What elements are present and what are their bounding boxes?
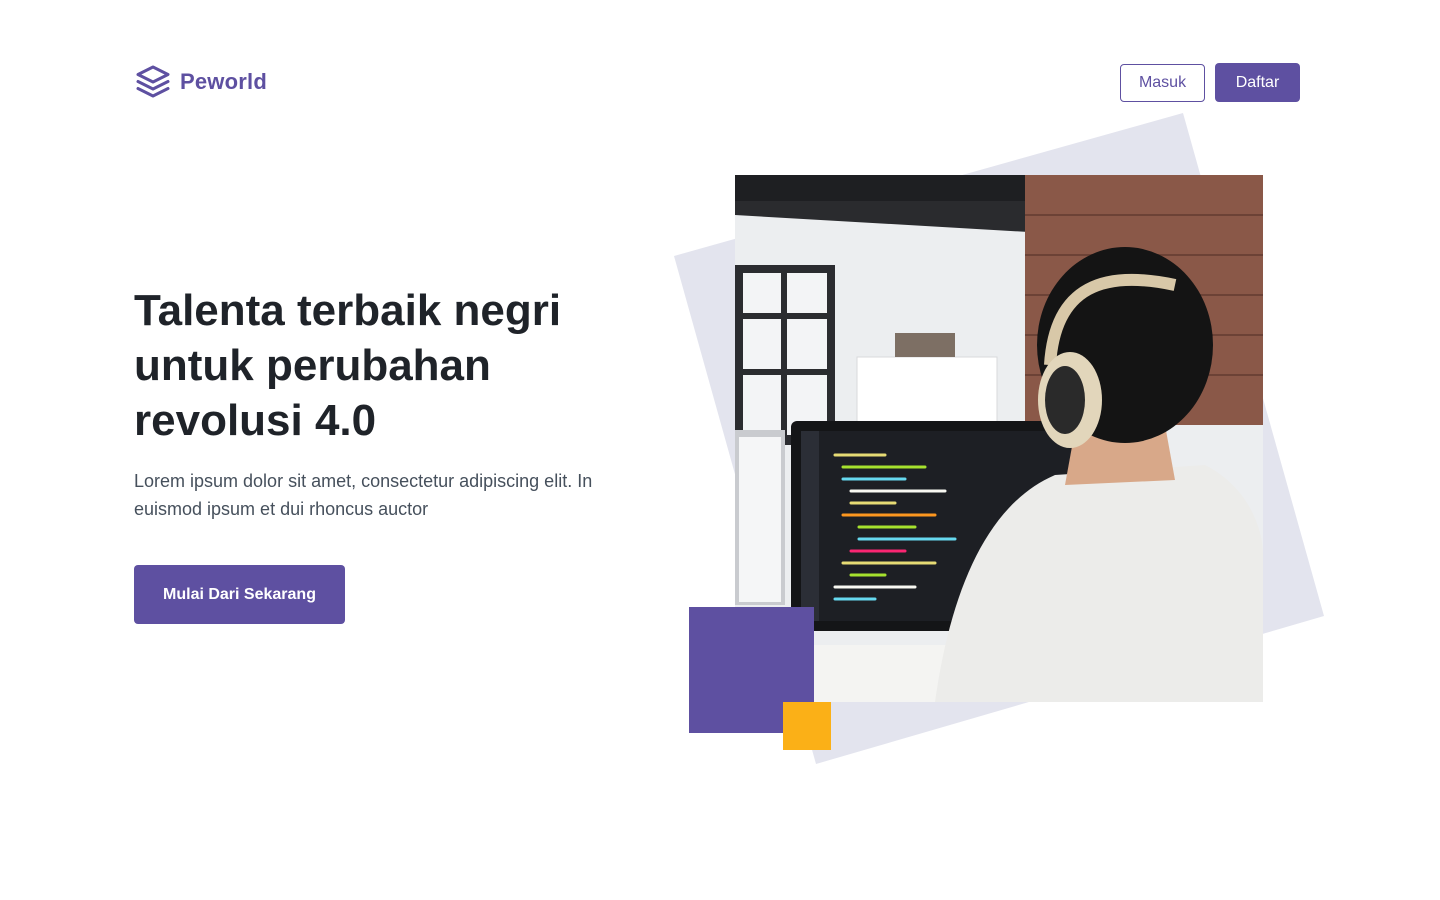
brand-logo[interactable]: Peworld [134, 63, 267, 101]
register-button[interactable]: Daftar [1215, 63, 1300, 102]
brand-name: Peworld [180, 69, 267, 94]
decorative-yellow-square [783, 702, 831, 750]
login-button[interactable]: Masuk [1120, 64, 1205, 102]
hero-title: Talenta terbaik negri untuk perubahan re… [134, 286, 562, 445]
developer-with-headphones-photo [735, 175, 1263, 702]
hero-image [735, 175, 1263, 702]
layers-icon [136, 65, 170, 98]
hero-description: Lorem ipsum dolor sit amet, consectetur … [134, 471, 593, 519]
get-started-button[interactable]: Mulai Dari Sekarang [134, 565, 345, 624]
